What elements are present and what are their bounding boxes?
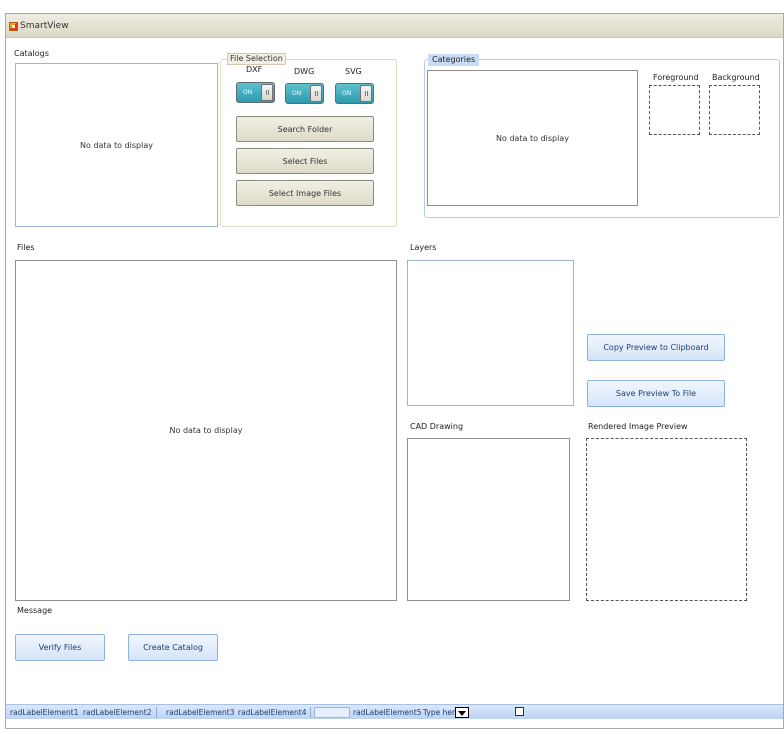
dxf-toggle-state: ON — [243, 89, 253, 96]
files-list[interactable]: No data to display — [15, 260, 397, 601]
files-empty-text: No data to display — [169, 426, 243, 435]
dxf-toggle[interactable]: ON — [236, 82, 275, 103]
foreground-color-box[interactable] — [649, 85, 700, 135]
dwg-toggle-state: ON — [292, 90, 302, 97]
select-image-files-button[interactable]: Select Image Files — [236, 180, 374, 206]
dropdown-arrow-icon[interactable] — [455, 707, 469, 718]
resize-handle-icon[interactable] — [515, 707, 524, 716]
title-bar[interactable]: SmartView — [6, 14, 783, 38]
app-icon — [9, 22, 18, 31]
layers-label: Layers — [410, 243, 437, 252]
status-separator — [156, 707, 157, 718]
message-label: Message — [17, 606, 53, 615]
background-color-box[interactable] — [709, 85, 760, 135]
toggle-knob-icon — [310, 85, 322, 102]
catalogs-list[interactable]: No data to display — [15, 63, 218, 227]
categories-list[interactable]: No data to display — [427, 70, 638, 206]
svg-label: SVG — [345, 67, 362, 76]
svg-toggle-state: ON — [342, 90, 352, 97]
status-label-3: radLabelElement3 — [166, 708, 235, 717]
file-selection-label: File Selection — [227, 53, 286, 65]
app-window: SmartView Catalogs No data to display Fi… — [5, 13, 784, 729]
rendered-preview-label: Rendered Image Preview — [588, 422, 688, 431]
select-files-button[interactable]: Select Files — [236, 148, 374, 174]
toggle-knob-icon — [261, 84, 273, 101]
verify-files-button[interactable]: Verify Files — [15, 634, 105, 661]
status-bar: radLabelElement1 radLabelElement2 radLab… — [6, 704, 783, 719]
status-separator — [310, 707, 311, 718]
status-label-2: radLabelElement2 — [83, 708, 152, 717]
cad-drawing-view[interactable] — [407, 438, 570, 601]
dxf-label: DXF — [246, 65, 263, 74]
dwg-label: DWG — [294, 67, 315, 76]
foreground-label: Foreground — [653, 73, 699, 82]
rendered-preview-view[interactable] — [586, 438, 747, 601]
catalogs-empty-text: No data to display — [80, 140, 153, 150]
categories-empty-text: No data to display — [496, 133, 569, 143]
status-label-4: radLabelElement4 — [238, 708, 307, 717]
cad-drawing-label: CAD Drawing — [410, 422, 464, 431]
status-label-1: radLabelElement1 — [10, 708, 79, 717]
window-title: SmartView — [20, 21, 69, 31]
toggle-knob-icon — [360, 85, 372, 102]
status-label-5: radLabelElement5 — [353, 708, 422, 717]
save-preview-button[interactable]: Save Preview To File — [587, 380, 725, 407]
categories-label: Categories — [428, 54, 480, 66]
status-textbox[interactable] — [314, 707, 350, 718]
copy-preview-button[interactable]: Copy Preview to Clipboard — [587, 334, 725, 361]
catalogs-label: Catalogs — [14, 49, 49, 58]
dwg-toggle[interactable]: ON — [285, 83, 324, 104]
create-catalog-button[interactable]: Create Catalog — [128, 634, 218, 661]
files-label: Files — [17, 243, 35, 252]
background-label: Background — [712, 73, 760, 82]
svg-toggle[interactable]: ON — [335, 83, 374, 104]
status-type-here[interactable]: Type her — [423, 708, 455, 717]
search-folder-button[interactable]: Search Folder — [236, 116, 374, 142]
layers-list[interactable] — [407, 260, 574, 406]
